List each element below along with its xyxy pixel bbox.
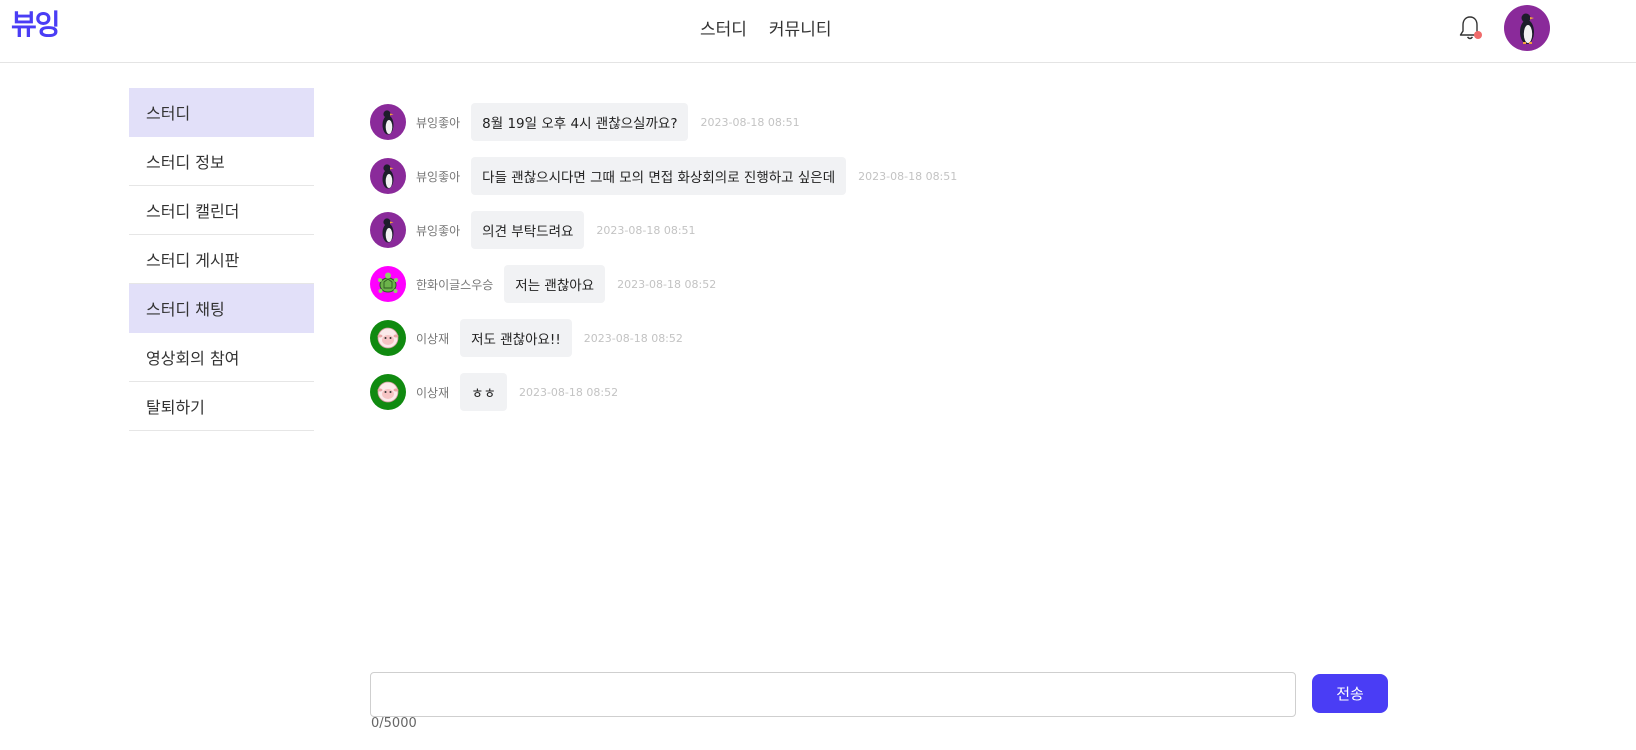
message-bubble: 의견 부탁드려요 <box>471 211 585 249</box>
chat-message: 이상재 ㅎㅎ 2023-08-18 08:52 <box>370 373 957 411</box>
sidebar-item-study-board[interactable]: 스터디 게시판 <box>129 235 314 284</box>
penguin-icon <box>1520 13 1534 44</box>
logo[interactable]: 뷰잉 <box>11 3 61 43</box>
message-sender: 이상재 <box>416 331 450 346</box>
chat-message: 한화이글스우승 저는 괜찮아요 2023-08-18 08:52 <box>370 265 957 303</box>
sidebar-item-study-chat[interactable]: 스터디 채팅 <box>129 284 314 333</box>
character-counter: 0/5000 <box>371 716 417 731</box>
message-sender: 한화이글스우승 <box>416 277 494 292</box>
top-nav: 스터디 커뮤니티 <box>700 15 831 40</box>
message-time: 2023-08-18 08:52 <box>583 331 683 345</box>
chat-input[interactable] <box>370 672 1296 717</box>
chat-message: 뷰잉좋아 다들 괜찮으시다면 그때 모의 면접 화상회의로 진행하고 싶은데 2… <box>370 157 957 195</box>
message-time: 2023-08-18 08:51 <box>596 223 696 237</box>
message-time: 2023-08-18 08:52 <box>518 385 619 399</box>
message-bubble: 저도 괜찮아요!! <box>460 319 572 357</box>
chat-message: 뷰잉좋아 의견 부탁드려요 2023-08-18 08:51 <box>370 211 957 249</box>
penguin-avatar-icon <box>370 104 406 140</box>
turtle-avatar-icon <box>370 266 406 302</box>
sidebar-item-study-info[interactable]: 스터디 정보 <box>129 137 314 186</box>
user-avatar[interactable] <box>1504 5 1550 51</box>
chat-message: 이상재 저도 괜찮아요!! 2023-08-18 08:52 <box>370 319 957 357</box>
chat-messages: 뷰잉좋아 8월 19일 오후 4시 괜찮으실까요? 2023-08-18 08:… <box>370 103 957 427</box>
sidebar-item-label: 탈퇴하기 <box>146 398 205 417</box>
message-bubble: 8월 19일 오후 4시 괜찮으실까요? <box>471 103 689 141</box>
message-sender: 뷰잉좋아 <box>416 169 461 184</box>
message-bubble: 다들 괜찮으시다면 그때 모의 면접 화상회의로 진행하고 싶은데 <box>471 157 847 195</box>
sidebar-item-leave[interactable]: 탈퇴하기 <box>129 382 314 431</box>
message-sender: 이상재 <box>416 385 450 400</box>
penguin-avatar-icon <box>370 158 406 194</box>
nav-study[interactable]: 스터디 <box>700 15 747 40</box>
sidebar-item-study[interactable]: 스터디 <box>129 88 314 137</box>
bell-icon[interactable] <box>1457 14 1483 42</box>
sheep-avatar-icon <box>370 374 406 410</box>
sidebar-item-video-meeting[interactable]: 영상회의 참여 <box>129 333 314 382</box>
message-bubble: ㅎㅎ <box>460 373 507 411</box>
message-bubble: 저는 괜찮아요 <box>504 265 606 303</box>
sheep-avatar-icon <box>370 320 406 356</box>
sidebar-item-label: 스터디 캘린더 <box>146 202 240 221</box>
sidebar-item-label: 스터디 게시판 <box>146 251 240 270</box>
send-button[interactable]: 전송 <box>1312 674 1388 713</box>
message-sender: 뷰잉좋아 <box>416 115 461 130</box>
message-sender: 뷰잉좋아 <box>416 223 461 238</box>
sidebar-item-label: 스터디 채팅 <box>146 300 225 319</box>
top-header: 뷰잉 스터디 커뮤니티 <box>0 0 1636 63</box>
sidebar-item-study-calendar[interactable]: 스터디 캘린더 <box>129 186 314 235</box>
nav-community[interactable]: 커뮤니티 <box>769 15 832 40</box>
notification-dot <box>1474 31 1482 39</box>
study-sidebar: 스터디 스터디 정보 스터디 캘린더 스터디 게시판 스터디 채팅 영상회의 참… <box>129 88 314 431</box>
message-time: 2023-08-18 08:51 <box>858 169 958 183</box>
sidebar-item-label: 스터디 정보 <box>146 153 225 172</box>
sidebar-item-label: 영상회의 참여 <box>146 349 240 368</box>
message-time: 2023-08-18 08:52 <box>617 277 717 291</box>
chat-message: 뷰잉좋아 8월 19일 오후 4시 괜찮으실까요? 2023-08-18 08:… <box>370 103 957 141</box>
message-time: 2023-08-18 08:51 <box>700 115 800 129</box>
sidebar-item-label: 스터디 <box>146 104 191 123</box>
penguin-avatar-icon <box>370 212 406 248</box>
